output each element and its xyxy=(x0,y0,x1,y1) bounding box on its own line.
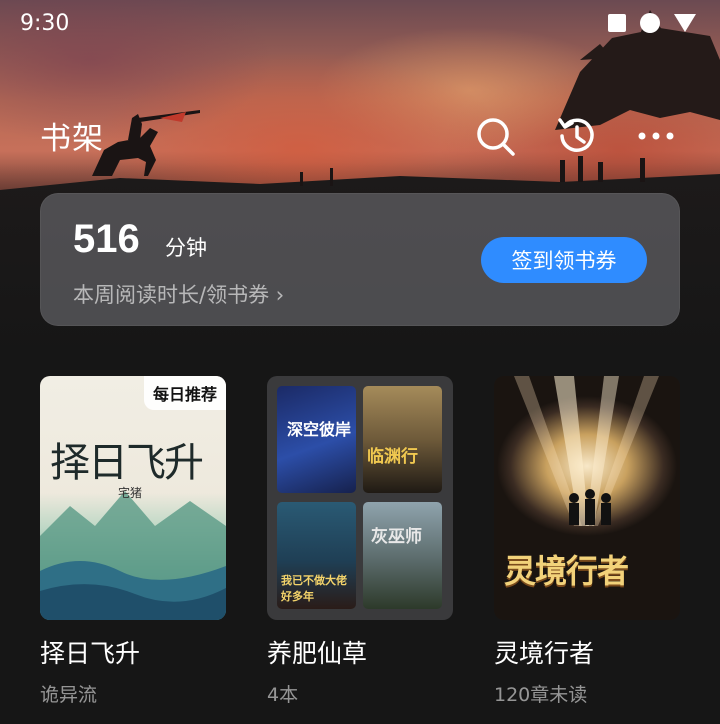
daily-recommend-badge: 每日推荐 xyxy=(143,376,226,410)
reading-minutes: 516 xyxy=(73,217,140,261)
book-cover[interactable]: 灵境行者 xyxy=(494,376,680,620)
mini-cover: 临渊行 xyxy=(363,386,442,493)
cover-author: 宅猪 xyxy=(118,486,143,500)
mini-cover: 灰巫师 xyxy=(363,502,442,609)
status-time: 9:30 xyxy=(20,10,70,36)
reading-time-card[interactable]: 516 分钟 本周阅读时长/领书券 › 签到领书券 xyxy=(40,193,680,326)
mini-cover: 我已不做大佬好多年 xyxy=(277,502,356,609)
page-title: 书架 xyxy=(40,121,104,157)
more-icon[interactable] xyxy=(634,114,678,158)
triangle-status-icon xyxy=(674,14,696,32)
search-icon[interactable] xyxy=(473,114,517,158)
status-bar: 9:30 xyxy=(20,8,696,38)
status-icons xyxy=(608,13,696,33)
square-status-icon xyxy=(608,14,626,32)
mini-cover: 深空彼岸 xyxy=(277,386,356,493)
cover-title: 择日飞升 xyxy=(50,440,204,486)
reading-card-subtitle[interactable]: 本周阅读时长/领书券 › xyxy=(73,279,284,309)
book-cover[interactable]: 择日飞升 宅猪 每日推荐 xyxy=(40,376,226,620)
reading-minutes-unit: 分钟 xyxy=(165,236,207,260)
book-subtitle: 诡异流 xyxy=(40,684,98,706)
sign-in-button[interactable]: 签到领书券 xyxy=(481,237,647,283)
book-title[interactable]: 择日飞升 xyxy=(40,634,140,670)
cover-title: 灵境行者 xyxy=(504,552,629,590)
book-title[interactable]: 养肥仙草 xyxy=(267,634,367,670)
book-title[interactable]: 灵境行者 xyxy=(494,634,594,670)
book-subtitle: 4本 xyxy=(267,684,299,706)
circle-status-icon xyxy=(640,13,660,33)
book-subtitle: 120章未读 xyxy=(494,684,588,706)
history-icon[interactable] xyxy=(554,114,598,158)
folder-cover-grid[interactable]: 深空彼岸 临渊行 我已不做大佬好多年 灰巫师 xyxy=(267,376,453,620)
